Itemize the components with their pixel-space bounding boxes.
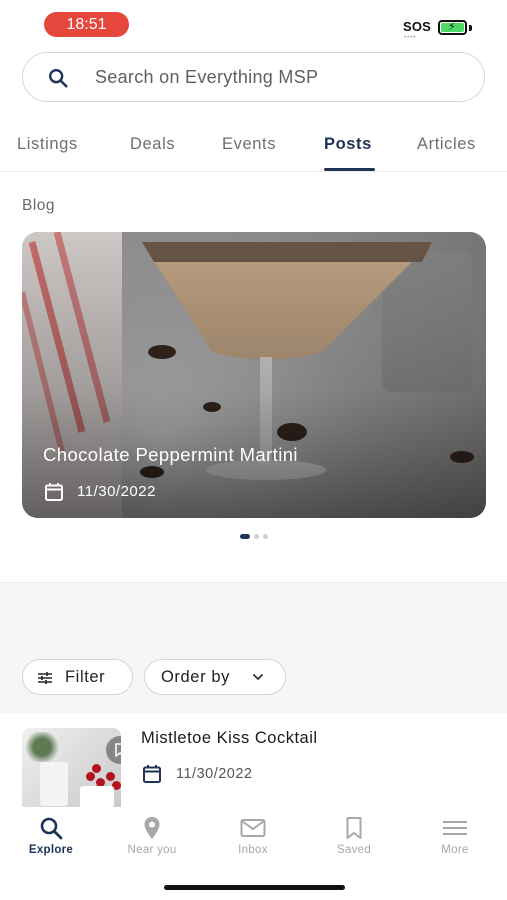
battery-tip <box>469 25 472 31</box>
post-title: Mistletoe Kiss Cocktail <box>141 729 318 747</box>
nav-label: Inbox <box>238 844 268 856</box>
nav-inbox[interactable]: Inbox <box>213 815 293 856</box>
nav-label: Saved <box>336 844 372 856</box>
pager-dot-active[interactable] <box>239 534 250 539</box>
search-input[interactable] <box>95 53 465 101</box>
nav-explore[interactable]: Explore <box>11 815 91 856</box>
tab-deals[interactable]: Deals <box>130 135 175 154</box>
bottom-nav: Explore Near you Inbox Saved More <box>0 807 507 900</box>
filter-label: Filter <box>65 668 106 686</box>
section-title: Blog <box>22 197 56 214</box>
location-pin-icon <box>144 817 160 839</box>
signal-dots: •••• <box>404 35 417 41</box>
bookmark-icon <box>115 743 121 757</box>
tab-listings[interactable]: Listings <box>17 135 78 154</box>
battery-icon: ⚡ <box>438 20 467 35</box>
order-by-dropdown[interactable]: Order by <box>144 659 286 695</box>
content-tabs: Listings Deals Events Posts Articles <box>0 122 507 172</box>
pager-dot[interactable] <box>253 534 259 539</box>
nav-more[interactable]: More <box>415 815 495 856</box>
list-item[interactable]: Mistletoe Kiss Cocktail 11/30/2022 <box>0 713 507 808</box>
bookmark-button[interactable] <box>106 736 121 764</box>
calendar-icon <box>143 765 161 783</box>
sliders-icon <box>38 672 52 684</box>
nav-label: Near you <box>127 844 177 856</box>
bookmark-icon <box>346 817 362 839</box>
post-date: 11/30/2022 <box>176 766 253 782</box>
order-by-label: Order by <box>161 668 230 686</box>
filter-button[interactable]: Filter <box>22 659 133 695</box>
nav-label: More <box>441 844 469 856</box>
tab-articles[interactable]: Articles <box>417 135 476 154</box>
status-bar: 18:51 SOS •••• ⚡ <box>0 0 507 48</box>
tab-events[interactable]: Events <box>222 135 276 154</box>
tab-posts[interactable]: Posts <box>324 135 372 154</box>
menu-icon <box>443 821 467 835</box>
posts-list-area: Filter Order by Mistletoe Kiss Cocktail <box>0 582 507 808</box>
search-bar[interactable] <box>22 52 485 102</box>
search-icon <box>40 817 63 840</box>
nav-saved[interactable]: Saved <box>314 815 394 856</box>
featured-post-card[interactable]: Chocolate Peppermint Martini 11/30/2022 <box>22 232 486 518</box>
featured-post-title: Chocolate Peppermint Martini <box>43 444 298 465</box>
status-time: 18:51 <box>44 12 129 37</box>
blog-section: Blog Chocolate Peppermint Martini 11/30/… <box>0 172 507 582</box>
calendar-icon <box>45 483 63 501</box>
featured-post-date: 11/30/2022 <box>77 483 156 500</box>
chevron-down-icon <box>253 674 263 680</box>
home-indicator <box>164 885 345 890</box>
mail-icon <box>240 819 266 837</box>
nav-label: Explore <box>28 844 74 856</box>
pager-dot[interactable] <box>262 534 268 539</box>
carousel-pager <box>0 534 507 539</box>
search-icon <box>49 69 68 88</box>
nav-near-you[interactable]: Near you <box>112 815 192 856</box>
post-thumbnail <box>22 728 121 808</box>
active-tab-indicator <box>324 168 375 171</box>
carrier-label: SOS <box>403 19 432 34</box>
